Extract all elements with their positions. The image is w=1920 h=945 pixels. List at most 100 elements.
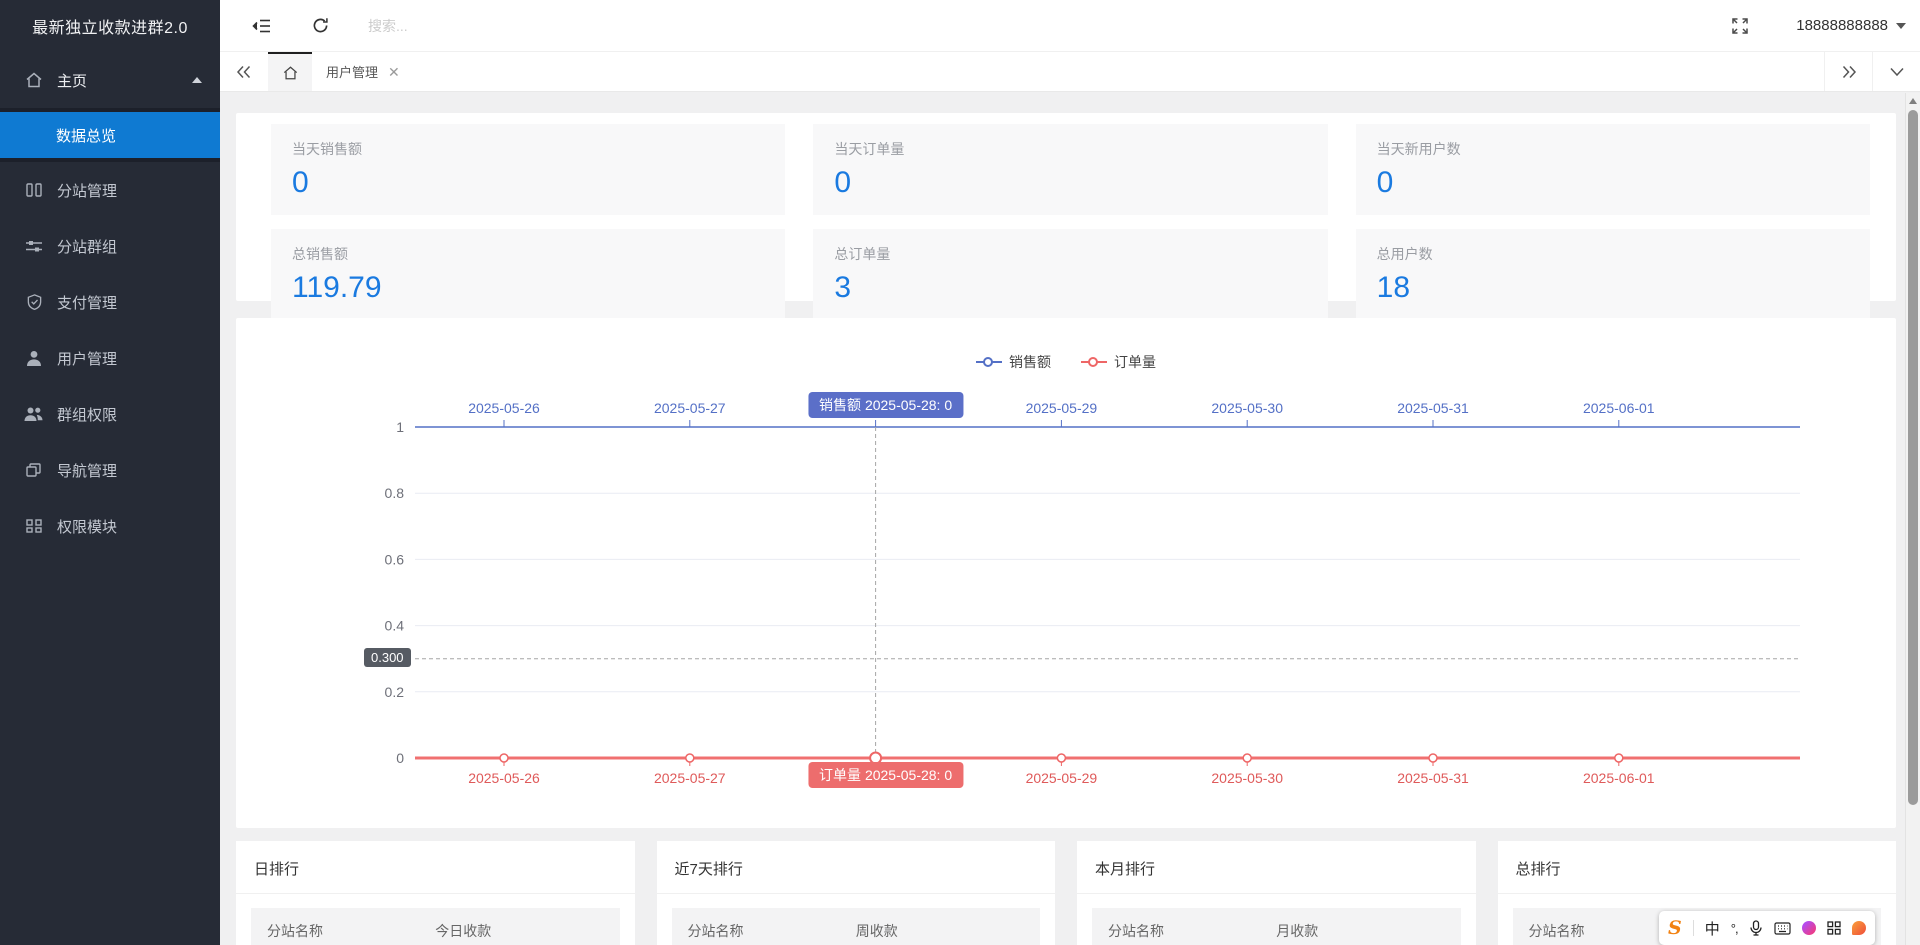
tab-label: 用户管理 — [326, 62, 378, 81]
ime-punctuation-icon[interactable]: °, — [1731, 921, 1738, 936]
data-point-marker — [500, 754, 508, 762]
scrollbar-thumb[interactable] — [1908, 110, 1918, 805]
ranking-cards-row: 日排行分站名称今日收款近7天排行分站名称周收款本月排行分站名称月收款总排行分站名… — [236, 841, 1896, 945]
topbar-right: 18888888888 — [1730, 16, 1920, 36]
ranking-card: 日排行分站名称今日收款 — [236, 841, 635, 945]
sidebar-item-label: 支付管理 — [57, 292, 117, 313]
sidebar-item-home[interactable]: 主页 — [0, 52, 220, 108]
sales-orders-chart[interactable]: 销售额 订单量 00.20.40.60.812025-05-262025-05-2… — [236, 318, 1896, 828]
top-x-axis-label: 2025-06-01 — [1583, 400, 1655, 416]
stat-card: 当天销售额 0 — [271, 124, 785, 215]
top-x-axis-label: 2025-05-31 — [1397, 400, 1469, 416]
y-axis-tick-label: 1 — [396, 419, 404, 435]
ime-language-icon[interactable]: 中 — [1705, 918, 1720, 939]
stats-panel: 当天销售额0当天订单量0当天新用户数0总销售额119.79总订单量3总用户数18 — [236, 113, 1896, 301]
sidebar-item-site-group[interactable]: 分站群组 — [0, 218, 220, 274]
keyboard-icon[interactable] — [1774, 922, 1791, 935]
legend-item[interactable]: 订单量 — [1081, 352, 1156, 372]
column-header: 周收款 — [856, 921, 1024, 941]
chart-legend: 销售额 订单量 — [236, 352, 1896, 372]
emoji-icon[interactable] — [1852, 921, 1866, 935]
sidebar-item-user-manage[interactable]: 用户管理 — [0, 330, 220, 386]
stat-value: 18 — [1377, 271, 1849, 305]
collapse-sidebar-icon[interactable] — [252, 16, 272, 36]
stat-label: 总销售额 — [292, 244, 764, 264]
bottom-x-axis-label: 2025-05-26 — [468, 770, 540, 786]
chart-canvas[interactable]: 00.20.40.60.812025-05-262025-05-272025-0… — [236, 318, 1896, 828]
scrollbar-up-arrow[interactable] — [1909, 98, 1917, 104]
ime-divider — [1693, 920, 1694, 936]
refresh-icon[interactable] — [310, 16, 330, 36]
sidebar-menu: 分站管理分站群组支付管理用户管理群组权限导航管理权限模块 — [0, 162, 220, 554]
sidebar-item-nav-manage[interactable]: 导航管理 — [0, 442, 220, 498]
microphone-icon[interactable] — [1749, 920, 1763, 936]
ranking-table-header: 分站名称周收款 — [672, 908, 1041, 945]
bottom-x-axis-label: 2025-05-27 — [654, 770, 726, 786]
data-point-marker — [686, 754, 694, 762]
data-point-marker — [1243, 754, 1251, 762]
sidebar-item-permission-module[interactable]: 权限模块 — [0, 498, 220, 554]
sogou-logo-icon[interactable]: S — [1668, 917, 1682, 939]
username: 18888888888 — [1796, 17, 1888, 34]
column-header: 分站名称 — [1108, 921, 1276, 941]
scrollbar[interactable] — [1905, 93, 1920, 945]
bottom-x-axis-label: 2025-05-29 — [1026, 770, 1098, 786]
stat-card: 当天订单量 0 — [813, 124, 1327, 215]
ranking-title: 日排行 — [236, 841, 635, 894]
ranking-card: 本月排行分站名称月收款 — [1077, 841, 1476, 945]
stat-label: 当天订单量 — [834, 139, 1306, 159]
sidebar-item-label: 导航管理 — [57, 460, 117, 481]
legend-label: 销售额 — [1009, 352, 1051, 372]
stat-card: 总用户数 18 — [1356, 229, 1870, 320]
users-icon — [24, 405, 44, 423]
ranking-table-header: 分站名称今日收款 — [251, 908, 620, 945]
data-point-marker — [1615, 754, 1623, 762]
bottom-x-axis-label: 2025-05-30 — [1211, 770, 1283, 786]
y-axis-tick-label: 0.6 — [385, 551, 405, 567]
columns-icon — [24, 181, 44, 199]
stat-label: 总用户数 — [1377, 244, 1849, 264]
tabs-scroll-left-icon[interactable] — [220, 52, 268, 91]
tab-user-manage[interactable]: 用户管理 ✕ — [312, 52, 414, 91]
stat-value: 0 — [834, 166, 1306, 200]
sidebar: 最新独立收款进群2.0 主页 数据总览 分站管理分站群组支付管理用户管理群组权限… — [0, 0, 220, 945]
skin-icon[interactable] — [1802, 921, 1816, 935]
modules-icon — [24, 517, 44, 535]
tabs-menu-icon[interactable] — [1872, 52, 1920, 91]
sidebar-item-payment-manage[interactable]: 支付管理 — [0, 274, 220, 330]
stat-card: 当天新用户数0 — [1356, 124, 1870, 215]
sales-axis-tooltip: 销售额 2025-05-28: 0 — [808, 392, 963, 418]
stat-label: 当天销售额 — [292, 139, 764, 159]
ime-toolbar: S 中 °, — [1659, 911, 1875, 945]
top-x-axis-label: 2025-05-26 — [468, 400, 540, 416]
stat-value: 0 — [292, 166, 764, 200]
ranking-title: 近7天排行 — [657, 841, 1056, 894]
sidebar-item-group-permission[interactable]: 群组权限 — [0, 386, 220, 442]
stat-value: 119.79 — [292, 271, 764, 305]
toolbox-grid-icon[interactable] — [1827, 921, 1841, 935]
close-icon[interactable]: ✕ — [388, 65, 400, 79]
tab-home[interactable] — [268, 52, 312, 91]
column-header: 分站名称 — [688, 921, 856, 941]
bottom-x-axis-label: 2025-06-01 — [1583, 770, 1655, 786]
sidebar-item-label: 权限模块 — [57, 516, 117, 537]
search-input[interactable] — [368, 18, 688, 34]
y-axis-tick-label: 0 — [396, 750, 404, 766]
stat-value: 3 — [834, 271, 1306, 305]
chevron-down-icon — [1896, 23, 1906, 29]
sidebar-item-data-overview[interactable]: 数据总览 — [0, 112, 220, 158]
data-point-marker — [1429, 754, 1437, 762]
ranking-title: 本月排行 — [1077, 841, 1476, 894]
legend-item[interactable]: 销售额 — [976, 352, 1051, 372]
data-point-marker — [1057, 754, 1065, 762]
fullscreen-icon[interactable] — [1730, 16, 1750, 36]
legend-marker-icon — [976, 357, 1002, 367]
sidebar-item-site-manage[interactable]: 分站管理 — [0, 162, 220, 218]
user-icon — [24, 349, 44, 367]
sidebar-item-label: 群组权限 — [57, 404, 117, 425]
user-menu[interactable]: 18888888888 — [1796, 17, 1906, 34]
y-axis-tick-label: 0.4 — [385, 618, 405, 634]
orders-axis-tooltip: 订单量 2025-05-28: 0 — [808, 762, 963, 788]
tabs-scroll-right-icon[interactable] — [1824, 52, 1872, 91]
sidebar-item-label: 用户管理 — [57, 348, 117, 369]
